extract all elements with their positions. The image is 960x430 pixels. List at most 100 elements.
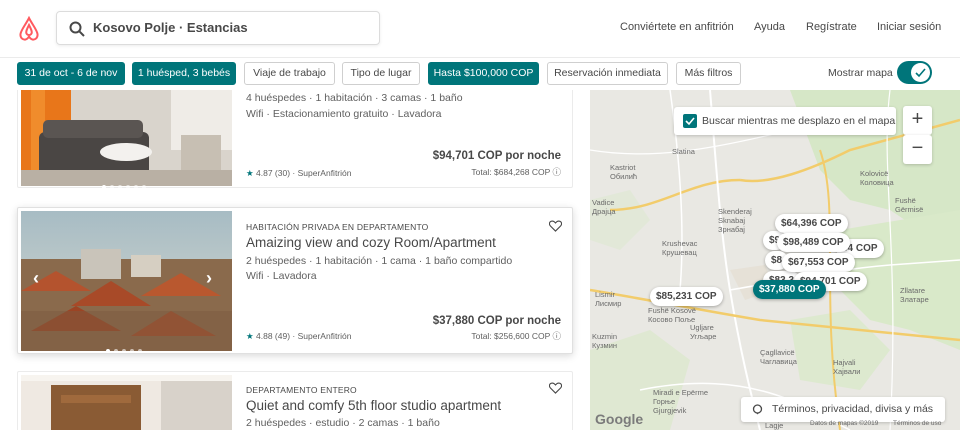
photo-dot[interactable]	[133, 185, 138, 189]
map-label-town: Хајвали	[833, 367, 861, 376]
filter-guests[interactable]: 1 huésped, 3 bebés	[132, 62, 236, 85]
photo-prev-arrow[interactable]: ‹	[33, 268, 39, 289]
check-icon	[915, 68, 926, 78]
map-label-town: Hajvali	[833, 358, 856, 367]
filter-bar: 31 de oct - 6 de nov 1 huésped, 3 bebés …	[0, 58, 960, 90]
show-map-label: Mostrar mapa	[828, 67, 893, 79]
photo-dot[interactable]	[101, 185, 106, 189]
map-label-town: Лисмир	[595, 299, 622, 308]
photo-dot[interactable]	[137, 349, 142, 353]
photo-dot[interactable]	[109, 185, 114, 189]
map-label-town: Горње	[653, 397, 676, 406]
listing-title[interactable]: Amaizing view and cozy Room/Apartment	[246, 235, 496, 250]
photo-dot[interactable]	[121, 349, 126, 353]
map-label-town: Skenderaj	[718, 207, 752, 216]
header: Kosovo Polje · Estancias Conviértete en …	[0, 0, 960, 58]
google-logo: Google	[595, 411, 644, 427]
search-on-move-label: Buscar mientras me desplazo en el mapa	[702, 115, 896, 127]
search-on-move-checkbox[interactable]	[683, 114, 697, 128]
filter-place-type[interactable]: Tipo de lugar	[342, 62, 420, 85]
listing-rating: ★ 4.87 (30) · SuperAnfitrión	[246, 168, 352, 178]
map-label-town: Чаглавица	[760, 357, 797, 366]
photo-dot[interactable]	[125, 185, 130, 189]
map-label-town: Kuzmin	[592, 332, 618, 341]
listing-photo[interactable]	[21, 90, 232, 186]
filter-instant-book[interactable]: Reservación inmediata	[547, 62, 668, 85]
listing-price: $94,701 COP por noche	[432, 150, 561, 162]
listings-panel: 4 huéspedes · 1 habitación · 3 camas · 1…	[0, 90, 588, 430]
map-label-town: Косово Поље	[648, 315, 696, 324]
chat-bubble-icon	[752, 404, 763, 415]
photo-dot[interactable]	[117, 185, 122, 189]
photo-dot[interactable]	[105, 349, 110, 353]
nav-help[interactable]: Ayuda	[754, 21, 785, 33]
map-label-town: Fushë Kosovë	[648, 306, 696, 315]
nav-signup[interactable]: Regístrate	[806, 21, 857, 33]
map-terms-of-use-link[interactable]: Términos de uso	[893, 420, 941, 427]
zoom-out-button[interactable]: −	[903, 135, 932, 164]
listing-type: HABITACIÓN PRIVADA EN DEPARTAMENTO	[246, 222, 429, 232]
map-label-town: Крушевац	[662, 248, 697, 257]
search-icon	[69, 21, 85, 37]
heart-icon[interactable]	[549, 220, 562, 232]
map-label-town: Коловица	[860, 178, 894, 187]
map-label-town: Ugljare	[690, 323, 714, 332]
listing-photo[interactable]	[21, 211, 232, 351]
nav-login[interactable]: Iniciar sesión	[877, 21, 941, 33]
photo-next-arrow[interactable]: ›	[206, 268, 212, 289]
map-attribution: Datos de mapas ©2019	[810, 420, 879, 427]
filter-dates[interactable]: 31 de oct - 6 de nov	[17, 62, 125, 85]
listing-amenities: Wifi · Estacionamiento gratuito · Lavado…	[246, 108, 442, 120]
star-icon: ★	[246, 168, 254, 178]
map-terms-button[interactable]: Términos, privacidad, divisa y más	[741, 397, 945, 422]
listing-details: 2 huéspedes · estudio · 2 camas · 1 baño	[246, 417, 440, 429]
map-label-town: Lagje	[765, 421, 784, 430]
listing-title[interactable]: Quiet and comfy 5th floor studio apartme…	[246, 398, 501, 413]
map-label-town: Lismir	[595, 290, 615, 299]
map-price-pin[interactable]: $98,489 COP	[777, 233, 850, 252]
nav-become-host[interactable]: Conviértete en anfitrión	[620, 21, 734, 33]
listing-card[interactable]: ‹ › HABITACIÓN PRIVADA EN DEPARTAMENTO A…	[17, 207, 573, 354]
map-label-town: Kolovicë	[860, 169, 889, 178]
map-label-town: Златаре	[900, 295, 929, 304]
zoom-in-button[interactable]: +	[903, 106, 932, 135]
listing-price: $37,880 COP por noche	[432, 315, 561, 327]
heart-icon[interactable]	[549, 382, 562, 394]
photo-dots	[18, 176, 229, 194]
map-label-town: Slatina	[672, 147, 695, 156]
photo-dot[interactable]	[141, 185, 146, 189]
photo-dots	[18, 340, 229, 358]
map-price-pin-active[interactable]: $37,880 COP	[753, 280, 826, 299]
map-label-town: Gjurgjevik	[653, 406, 687, 415]
search-input[interactable]: Kosovo Polje · Estancias	[56, 11, 380, 45]
listing-rating: ★ 4.88 (49) · SuperAnfitrión	[246, 331, 352, 341]
filter-business-travel[interactable]: Viaje de trabajo	[244, 62, 335, 85]
map-label-town: Vadice	[592, 198, 615, 207]
listing-card[interactable]: DEPARTAMENTO ENTERO Quiet and comfy 5th …	[17, 371, 573, 430]
listing-photo[interactable]	[21, 375, 232, 430]
photo-dot[interactable]	[113, 349, 118, 353]
map-label-town: Çagllavicë	[760, 348, 795, 357]
map-price-pin[interactable]: $67,553 COP	[782, 253, 855, 272]
listing-total: Total: $684,268 COP ⓘ	[471, 167, 561, 177]
search-on-move-toggle[interactable]: Buscar mientras me desplazo en el mapa	[674, 107, 896, 135]
map-price-pin[interactable]: $64,396 COP	[775, 214, 848, 233]
map-label-town: Угљаре	[690, 332, 717, 341]
map-label-town: Кузмин	[592, 341, 618, 350]
toggle-knob	[911, 63, 930, 82]
map-label-town: Fushë	[895, 196, 916, 205]
check-icon	[685, 117, 695, 126]
listing-details: 2 huéspedes · 1 habitación · 1 cama · 1 …	[246, 255, 513, 267]
map-price-pin[interactable]: $85,231 COP	[650, 287, 723, 306]
photo-dot[interactable]	[129, 349, 134, 353]
filter-more[interactable]: Más filtros	[676, 62, 741, 85]
listing-card[interactable]: 4 huéspedes · 1 habitación · 3 camas · 1…	[17, 90, 573, 189]
map-terms-text: Términos, privacidad, divisa y más	[772, 403, 934, 415]
listing-details: 4 huéspedes · 1 habitación · 3 camas · 1…	[246, 92, 463, 104]
listing-total: Total: $256,600 COP ⓘ	[471, 331, 561, 341]
show-map-toggle[interactable]	[897, 61, 932, 84]
map-label-town: Обилић	[610, 172, 638, 181]
filter-price[interactable]: Hasta $100,000 COP	[428, 62, 539, 85]
airbnb-logo-icon[interactable]	[17, 16, 41, 42]
listing-type: DEPARTAMENTO ENTERO	[246, 385, 357, 395]
